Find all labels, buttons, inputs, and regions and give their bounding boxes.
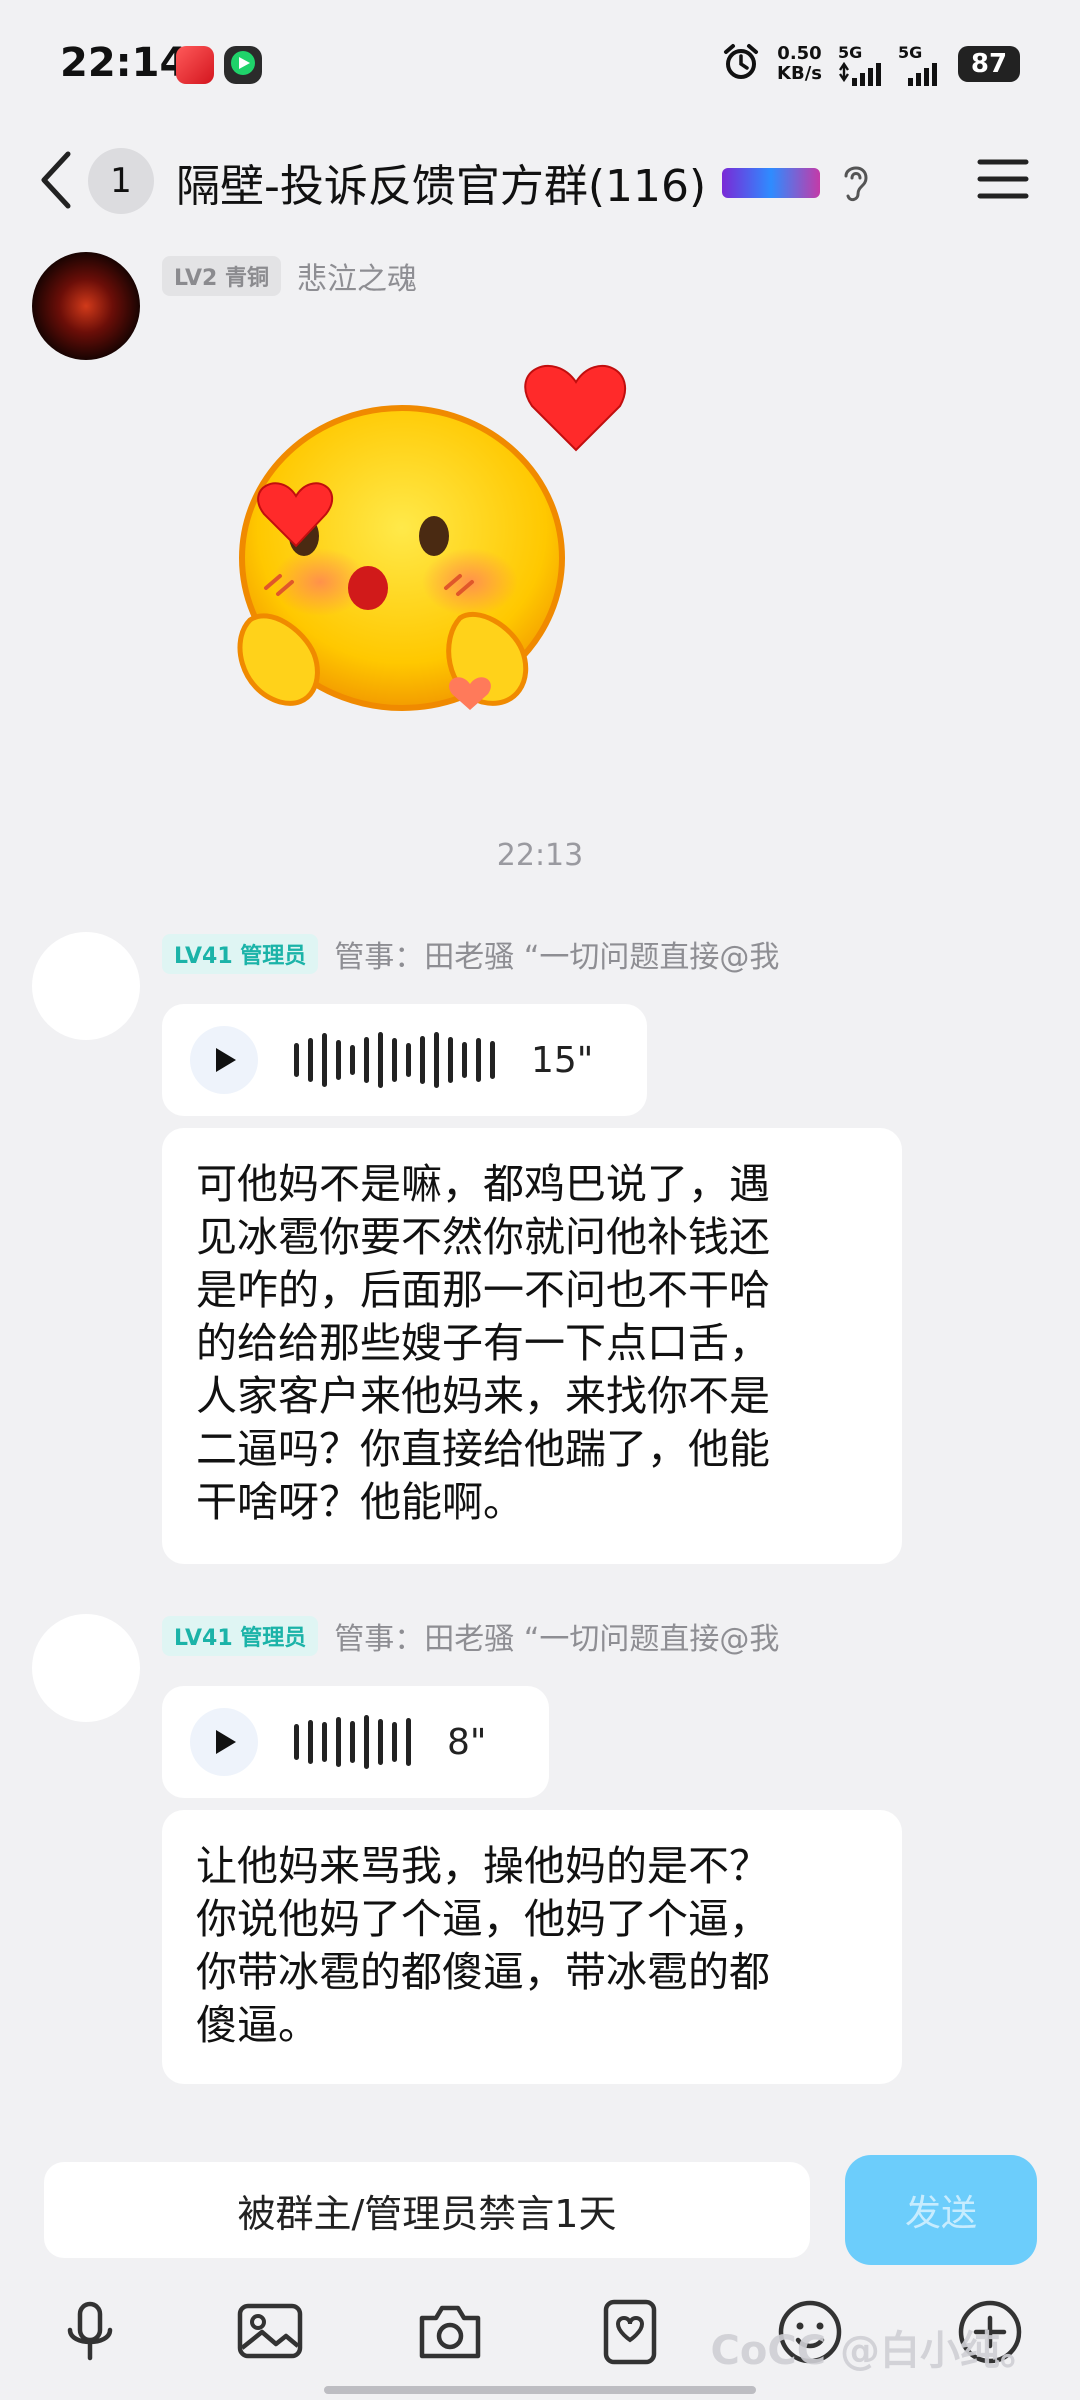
menu-icon[interactable] [976, 154, 1030, 204]
play-button[interactable] [190, 1026, 258, 1094]
voice-duration: 8" [447, 1721, 487, 1763]
avatar[interactable] [32, 1614, 140, 1722]
voice-waveform [294, 1715, 411, 1769]
sender-name[interactable]: 管事：田老骚 “一切问题直接@我 [334, 932, 779, 976]
play-icon [216, 1730, 236, 1754]
image-icon[interactable] [234, 2296, 306, 2368]
play-icon [216, 1048, 236, 1072]
sender-row: LV41 管理员 管事：田老骚 “一切问题直接@我 [162, 1614, 779, 1658]
message-text[interactable]: 可他妈不是嘛，都鸡巴说了，遇 见冰雹你要不然你就问他补钱还 是咋的，后面那一不问… [162, 1128, 902, 1564]
microphone-icon[interactable] [54, 2296, 126, 2368]
blushing-heart-emoji-sticker[interactable] [220, 350, 640, 730]
back-button[interactable] [36, 150, 76, 210]
send-button[interactable]: 发送 [845, 2155, 1037, 2265]
voice-message[interactable]: 8" [162, 1686, 549, 1798]
muted-input-field: 被群主/管理员禁言1天 [44, 2162, 810, 2258]
time-separator: 22:13 [496, 838, 584, 873]
net-speed: 0.50 KB/s [777, 43, 822, 84]
sim2-signal: 5G [898, 43, 942, 86]
chevron-left-icon [41, 151, 71, 209]
message-text[interactable]: 让他妈来骂我，操他妈的是不？ 你说他妈了个逼，他妈了个逼， 你带冰雹的都傻逼，带… [162, 1810, 902, 2084]
signal-icon [839, 61, 881, 86]
avatar[interactable] [32, 252, 140, 360]
status-indicators: 0.50 KB/s 5G 5G 87 [721, 42, 1020, 86]
battery-indicator: 87 [958, 46, 1020, 82]
avatar[interactable] [32, 932, 140, 1040]
sender-name[interactable]: 悲泣之魂 [297, 254, 417, 298]
level-badge: LV41 管理员 [162, 1616, 319, 1656]
voice-message[interactable]: 15" [162, 1004, 647, 1116]
level-badge: LV2 青铜 [162, 256, 281, 296]
camera-icon[interactable] [414, 2296, 486, 2368]
level-badge: LV41 管理员 [162, 934, 319, 974]
group-tag-image [722, 168, 820, 198]
play-button[interactable] [190, 1708, 258, 1776]
unread-count-badge[interactable]: 1 [88, 148, 154, 214]
red-app-icon [176, 46, 214, 84]
voice-waveform [294, 1032, 495, 1088]
sender-name[interactable]: 管事：田老骚 “一切问题直接@我 [334, 1614, 779, 1658]
voice-duration: 15" [531, 1039, 594, 1081]
sender-row: LV41 管理员 管事：田老骚 “一切问题直接@我 [162, 932, 779, 976]
sender-row: LV2 青铜 悲泣之魂 [162, 254, 417, 298]
alarm-icon [721, 42, 761, 86]
ear-icon[interactable] [838, 160, 872, 204]
sticker-pack-icon[interactable] [594, 2296, 666, 2368]
signal-icon [908, 62, 937, 86]
watermark: CoCC @白小纯。 [710, 2328, 1040, 2374]
green-video-app-icon [224, 46, 262, 84]
group-title[interactable]: 隔壁-投诉反馈官方群(116) [176, 150, 706, 214]
home-indicator[interactable] [324, 2386, 756, 2394]
status-time: 22:14 [60, 40, 188, 86]
sim1-signal: 5G [838, 43, 882, 86]
